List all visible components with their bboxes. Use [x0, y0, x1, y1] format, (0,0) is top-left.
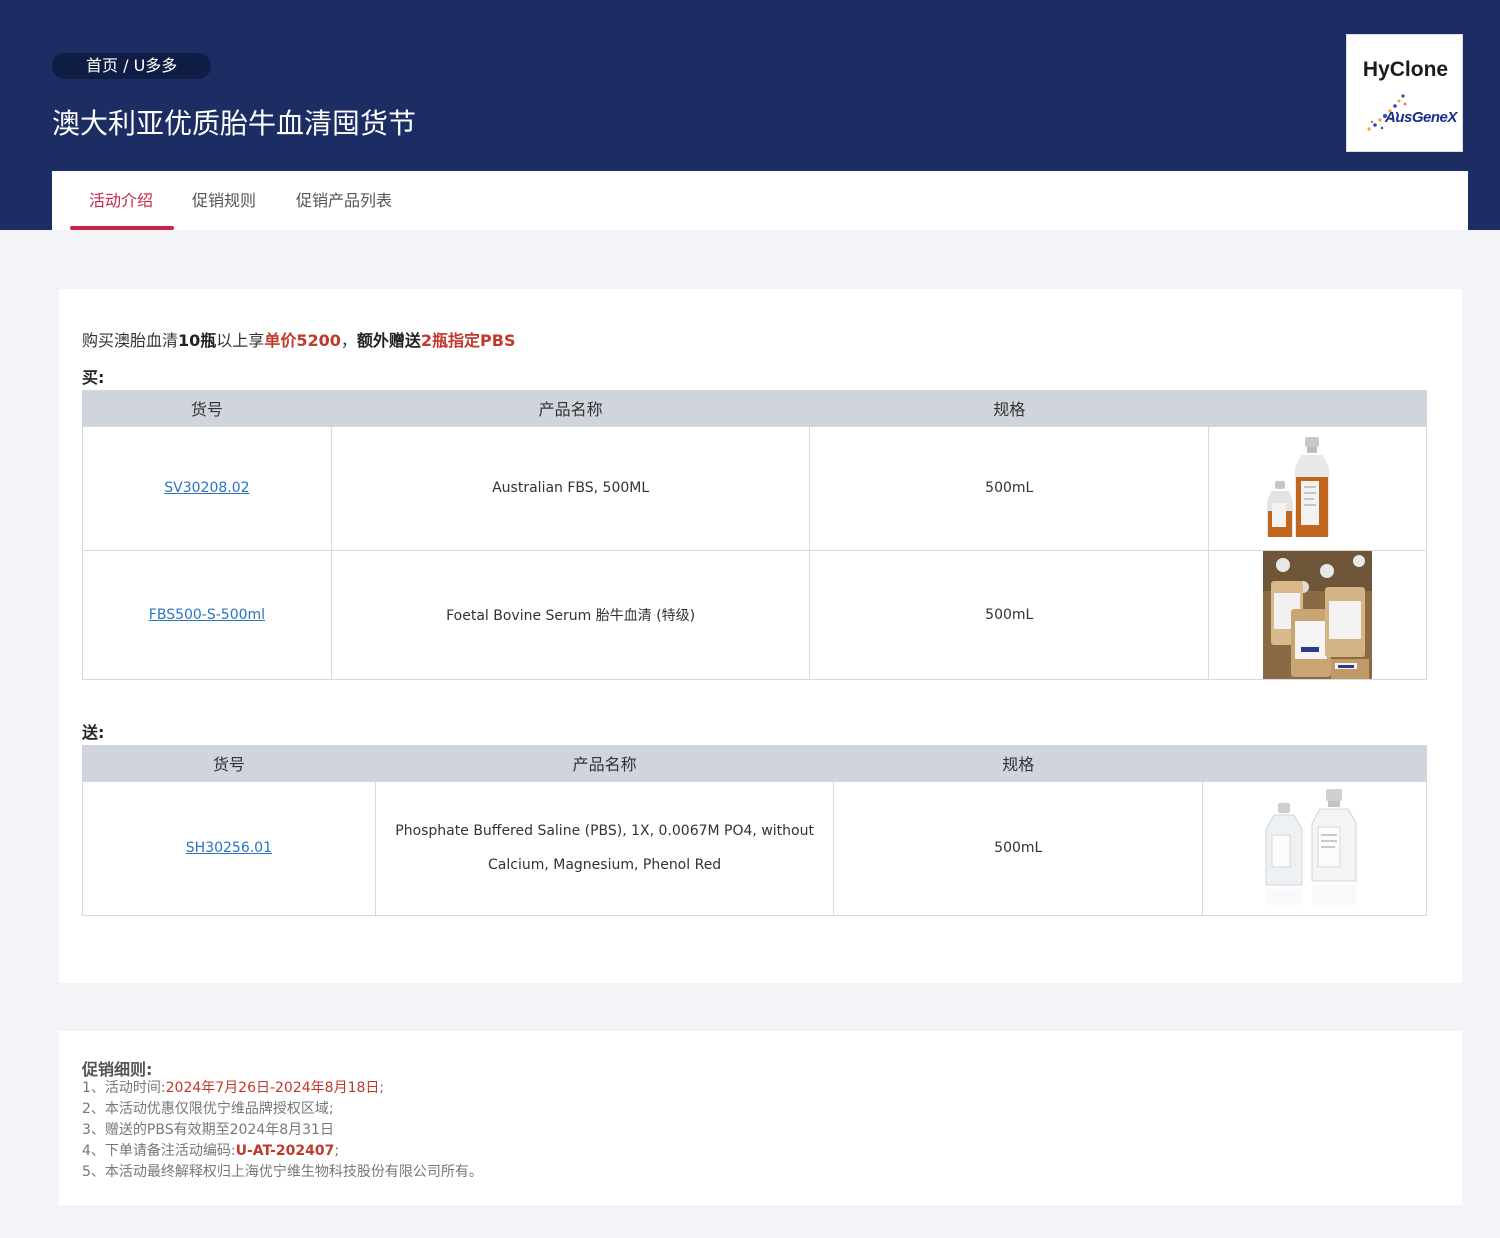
promo-text: ，	[340, 331, 357, 350]
buy-section-label: 买:	[82, 368, 105, 387]
promo-quantity: 10瓶	[178, 331, 217, 350]
logo-sub-text: AusGeneX	[1385, 109, 1457, 126]
tab-bar: 活动介绍 促销规则 促销产品列表	[52, 171, 1468, 230]
buy-product-table: 货号 产品名称 规格 SV30208.02 Australian FBS, 50…	[82, 390, 1427, 680]
logo-brand-text: HyClone	[1362, 58, 1449, 81]
rule-text: ;	[379, 1080, 385, 1096]
sku-link[interactable]: FBS500-S-500ml	[149, 607, 265, 623]
column-header-image	[1208, 390, 1427, 426]
rules-title: 促销细则:	[82, 1060, 153, 1079]
table-row: FBS500-S-500ml Foetal Bovine Serum 胎牛血清 …	[82, 549, 1427, 680]
rule-highlight: U-AT-202407	[235, 1143, 335, 1159]
promo-price: 单价5200	[264, 331, 341, 350]
spec-cell: 500mL	[809, 549, 1210, 680]
amber-serum-bottles-image	[1266, 437, 1329, 537]
rule-item: 1、活动时间:2024年7月26日-2024年8月18日;	[82, 1078, 483, 1099]
sku-cell: SH30256.01	[82, 780, 376, 916]
product-image-cell	[1202, 780, 1427, 916]
column-header-name: 产品名称	[374, 745, 835, 781]
clear-pbs-bottles-image	[1265, 789, 1357, 905]
rule-text: ;	[334, 1143, 340, 1159]
column-header-sku: 货号	[82, 390, 332, 426]
column-header-sku: 货号	[82, 745, 376, 781]
gift-product-table: 货号 产品名称 规格 SH30256.01 Phosphate Buffered…	[82, 745, 1427, 916]
gift-section-label: 送:	[82, 723, 105, 742]
rule-item: 4、下单请备注活动编码:U-AT-202407;	[82, 1141, 483, 1162]
column-header-name: 产品名称	[330, 390, 811, 426]
tab-promo-rules[interactable]: 促销规则	[192, 171, 256, 230]
activity-card: 购买澳胎血清10瓶以上享单价5200，额外赠送2瓶指定PBS 买: 货号 产品名…	[59, 289, 1462, 983]
ausgenex-serum-bottles-image	[1263, 550, 1373, 679]
breadcrumb[interactable]: 首页 / U多多	[52, 53, 212, 79]
product-image-cell	[1208, 425, 1427, 551]
product-name-cell: Australian FBS, 500ML	[330, 425, 811, 551]
sku-link[interactable]: SH30256.01	[186, 840, 272, 856]
table-row: SV30208.02 Australian FBS, 500ML 500mL	[82, 425, 1427, 551]
spec-cell: 500mL	[809, 425, 1210, 551]
column-header-spec: 规格	[833, 745, 1204, 781]
rule-highlight: 2024年7月26日-2024年8月18日	[165, 1080, 380, 1096]
brand-logo: HyClone AusGeneX	[1346, 34, 1463, 152]
table-header-row: 货号 产品名称 规格	[82, 745, 1427, 781]
column-header-image	[1202, 745, 1427, 781]
table-row: SH30256.01 Phosphate Buffered Saline (PB…	[82, 780, 1427, 916]
sku-link[interactable]: SV30208.02	[164, 480, 249, 496]
column-header-spec: 规格	[809, 390, 1210, 426]
rule-text: 4、下单请备注活动编码:	[82, 1143, 236, 1159]
product-name-line: Calcium, Magnesium, Phenol Red	[488, 857, 722, 873]
product-image-cell	[1208, 549, 1427, 680]
promo-summary: 购买澳胎血清10瓶以上享单价5200，额外赠送2瓶指定PBS	[82, 329, 515, 353]
product-name-line: Phosphate Buffered Saline (PBS), 1X, 0.0…	[395, 823, 814, 839]
rule-item: 5、本活动最终解释权归上海优宁维生物科技股份有限公司所有。	[82, 1164, 483, 1180]
promo-text: 购买澳胎血清	[82, 331, 179, 350]
product-name-cell: Phosphate Buffered Saline (PBS), 1X, 0.0…	[374, 780, 835, 916]
promo-text: 以上享	[216, 331, 265, 350]
promo-gift-text: 额外赠送	[356, 331, 421, 350]
tab-activity-intro[interactable]: 活动介绍	[89, 171, 153, 230]
promo-gift-item: 2瓶指定PBS	[420, 331, 516, 350]
product-name-cell: Foetal Bovine Serum 胎牛血清 (特级)	[330, 549, 811, 680]
sku-cell: SV30208.02	[82, 425, 332, 551]
rule-item: 3、赠送的PBS有效期至2024年8月31日	[82, 1122, 334, 1138]
table-header-row: 货号 产品名称 规格	[82, 390, 1427, 426]
rule-item: 2、本活动优惠仅限优宁维品牌授权区域;	[82, 1101, 334, 1117]
spec-cell: 500mL	[833, 780, 1204, 916]
promo-rules-card: 促销细则: 1、活动时间:2024年7月26日-2024年8月18日; 2、本活…	[59, 1031, 1462, 1205]
tab-promo-products[interactable]: 促销产品列表	[296, 171, 392, 230]
rules-list: 1、活动时间:2024年7月26日-2024年8月18日; 2、本活动优惠仅限优…	[82, 1078, 483, 1183]
sku-cell: FBS500-S-500ml	[82, 549, 332, 680]
active-tab-indicator	[70, 226, 174, 230]
page-title: 澳大利亚优质胎牛血清囤货节	[52, 107, 417, 140]
rule-text: 1、活动时间:	[82, 1080, 166, 1096]
